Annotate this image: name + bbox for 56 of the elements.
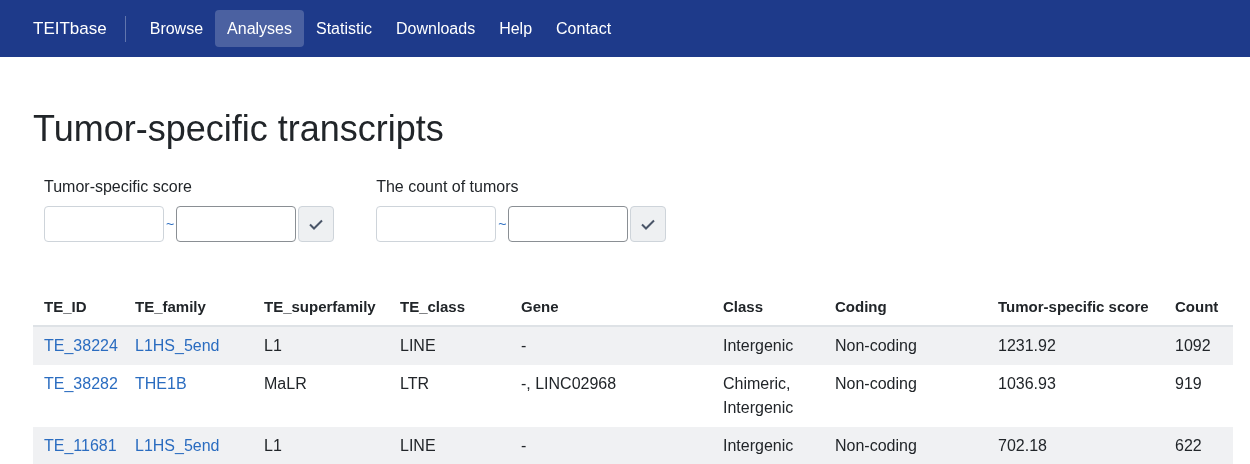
column-header: Tumor-specific score bbox=[987, 290, 1164, 326]
page-title: Tumor-specific transcripts bbox=[33, 107, 445, 151]
check-icon bbox=[641, 218, 656, 230]
table-cell: Non-coding bbox=[835, 437, 917, 454]
tilde-separator: ~ bbox=[165, 214, 176, 234]
apply-button[interactable] bbox=[298, 206, 335, 242]
column-header: Count bbox=[1164, 290, 1233, 326]
table-cell: - bbox=[521, 437, 527, 454]
table-link[interactable]: L1HS_5end bbox=[135, 337, 220, 354]
nav-link[interactable]: Contact bbox=[544, 10, 624, 47]
table-cell: -, LINC02968 bbox=[521, 375, 617, 392]
table-cell: Chimeric, Intergenic bbox=[723, 375, 794, 416]
column-header: TE_ID bbox=[33, 290, 124, 326]
apply-button[interactable] bbox=[630, 206, 667, 242]
min-input-field[interactable] bbox=[376, 206, 497, 242]
brand-link[interactable]: TEITbase bbox=[33, 15, 126, 42]
nav-link[interactable]: Browse bbox=[137, 10, 216, 47]
table-cell: 702.18 bbox=[998, 437, 1047, 454]
column-header: TE_superfamily bbox=[253, 290, 389, 326]
max-input-field[interactable] bbox=[508, 206, 629, 242]
table-link[interactable]: TE_38282 bbox=[44, 375, 118, 392]
table-link[interactable]: THE1B bbox=[135, 375, 187, 392]
field-label: The count of tumors bbox=[376, 177, 520, 197]
nav-link[interactable]: Downloads bbox=[384, 10, 488, 47]
table-link[interactable]: TE_38224 bbox=[44, 337, 118, 354]
table-cell: 1092 bbox=[1175, 337, 1211, 354]
tilde-separator: ~ bbox=[497, 214, 508, 234]
table-link[interactable]: L1HS_5end bbox=[135, 437, 220, 454]
table-cell: Non-coding bbox=[835, 375, 917, 392]
nav-link[interactable]: Help bbox=[487, 10, 545, 47]
table-cell: 1036.93 bbox=[998, 375, 1056, 392]
column-header: Coding bbox=[824, 290, 987, 326]
table-cell: L1 bbox=[264, 437, 282, 454]
table-cell: - bbox=[521, 337, 527, 354]
column-header: Gene bbox=[510, 290, 712, 326]
table-cell: Intergenic bbox=[723, 337, 794, 354]
check-icon bbox=[309, 218, 324, 230]
nav-link[interactable]: Statistic bbox=[304, 10, 384, 47]
table-cell: 919 bbox=[1175, 375, 1202, 392]
column-header: Class bbox=[712, 290, 824, 326]
nav-link[interactable]: Analyses bbox=[215, 10, 304, 47]
max-input-field[interactable] bbox=[176, 206, 297, 242]
table-cell: 1231.92 bbox=[998, 337, 1056, 354]
table-cell: LINE bbox=[400, 337, 436, 354]
table-cell: L1 bbox=[264, 337, 282, 354]
table-cell: LINE bbox=[400, 437, 436, 454]
field-label: Tumor-specific score bbox=[44, 177, 193, 197]
column-header: TE_family bbox=[124, 290, 253, 326]
column-header: TE_class bbox=[389, 290, 510, 326]
table-cell: Non-coding bbox=[835, 337, 917, 354]
table-link[interactable]: TE_11681 bbox=[44, 437, 117, 454]
table-cell: 622 bbox=[1175, 437, 1202, 454]
table-cell: MaLR bbox=[264, 375, 307, 392]
min-input-field[interactable] bbox=[44, 206, 164, 242]
table-cell: Intergenic bbox=[723, 437, 794, 454]
table-cell: LTR bbox=[400, 375, 430, 392]
